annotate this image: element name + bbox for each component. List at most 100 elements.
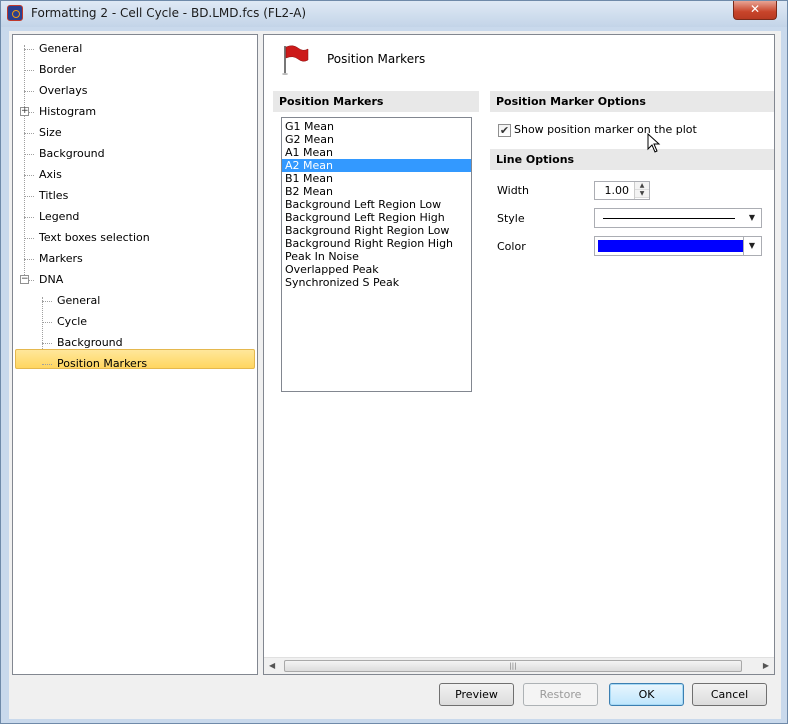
collapse-icon[interactable]: − <box>20 275 29 284</box>
tree-item-size[interactable]: Size <box>35 123 66 143</box>
list-item[interactable]: Peak In Noise <box>282 250 471 263</box>
tree-connector <box>24 175 34 176</box>
title-bar[interactable]: Formatting 2 - Cell Cycle - BD.LMD.fcs (… <box>1 1 787 27</box>
tree-item-markers[interactable]: Markers <box>35 249 87 269</box>
restore-button[interactable]: Restore <box>523 683 598 706</box>
list-item[interactable]: G2 Mean <box>282 133 471 146</box>
tree-item-general[interactable]: General <box>53 291 104 311</box>
color-swatch <box>598 240 744 252</box>
line-style-preview <box>603 218 735 219</box>
position-markers-list[interactable]: G1 Mean G2 Mean A1 Mean A2 Mean B1 Mean B2 Me… <box>281 117 472 392</box>
list-item[interactable]: A2 Mean <box>282 159 471 172</box>
tree-connector <box>24 154 34 155</box>
tree-item-position-markers[interactable]: Position Markers <box>53 354 151 374</box>
style-label: Style <box>497 212 525 225</box>
color-label: Color <box>497 240 526 253</box>
window-title: Formatting 2 - Cell Cycle - BD.LMD.fcs (… <box>31 6 307 20</box>
red-flag-icon <box>282 45 309 75</box>
tree-item-label: Markers <box>39 252 83 265</box>
tree-item-label: Size <box>39 126 62 139</box>
preview-button[interactable]: Preview <box>439 683 514 706</box>
tree-item-legend[interactable]: Legend <box>35 207 83 227</box>
tree-item-label: Background <box>57 336 123 349</box>
close-button[interactable]: ✕ <box>733 1 777 20</box>
list-item[interactable]: Background Left Region High <box>282 211 471 224</box>
tree-item-border[interactable]: Border <box>35 60 80 80</box>
scroll-left-icon[interactable]: ◀ <box>269 661 275 670</box>
color-dropdown[interactable]: ▼ <box>594 236 762 256</box>
tree-item-label: Titles <box>39 189 69 202</box>
tree-connector <box>24 259 34 260</box>
list-item[interactable]: Background Right Region High <box>282 237 471 250</box>
list-item[interactable]: A1 Mean <box>282 146 471 159</box>
marker-options-header: Position Marker Options <box>490 91 774 112</box>
cancel-button[interactable]: Cancel <box>692 683 767 706</box>
list-item[interactable]: Overlapped Peak <box>282 263 471 276</box>
line-options-header: Line Options <box>490 149 774 170</box>
tree-connector <box>24 49 34 50</box>
scroll-right-icon[interactable]: ▶ <box>763 661 769 670</box>
tree-item-label: General <box>57 294 101 307</box>
tree-item-label: Position Markers <box>57 357 148 370</box>
list-item[interactable]: Synchronized S Peak <box>282 276 471 289</box>
chevron-down-icon[interactable]: ▼ <box>745 211 759 225</box>
tree-item-cycle[interactable]: Cycle <box>53 312 91 332</box>
markers-section-header: Position Markers <box>273 91 479 112</box>
list-item[interactable]: G1 Mean <box>282 120 471 133</box>
category-tree: General Border Overlays Histogram + Size Backg… <box>12 34 258 675</box>
tree-item-label: Border <box>39 63 76 76</box>
tree-item-label: Histogram <box>39 105 97 118</box>
tree-item-histogram[interactable]: Histogram <box>35 102 100 122</box>
horizontal-scrollbar[interactable]: ◀ ||| ▶ <box>264 657 774 674</box>
spin-up-icon[interactable]: ▲ <box>635 182 649 190</box>
tree-connector <box>42 322 52 323</box>
width-stepper[interactable]: 1.00 ▲ ▼ <box>594 181 650 200</box>
tree-connector <box>42 301 52 302</box>
panel-title: Position Markers <box>327 52 426 66</box>
list-item[interactable]: Background Right Region Low <box>282 224 471 237</box>
tree-connector <box>24 91 34 92</box>
tree-item-titles[interactable]: Titles <box>35 186 72 206</box>
tree-item-label: DNA <box>39 273 64 286</box>
dropdown-divider <box>743 237 744 255</box>
tree-connector <box>24 196 34 197</box>
tree-item-general[interactable]: General <box>35 39 86 59</box>
tree-item-label: Legend <box>39 210 80 223</box>
tree-connector <box>42 364 52 365</box>
tree-connector <box>42 343 52 344</box>
list-item[interactable]: B2 Mean <box>282 185 471 198</box>
tree-item-label: Background <box>39 147 105 160</box>
dialog-client: General Border Overlays Histogram + Size Backg… <box>9 31 781 719</box>
tree-connector <box>24 133 34 134</box>
tree-item-text-boxes-selection[interactable]: Text boxes selection <box>35 228 154 248</box>
tree-item-label: Overlays <box>39 84 88 97</box>
position-markers-panel: Position Markers Position Markers G1 Mea… <box>263 34 775 675</box>
width-value[interactable]: 1.00 <box>605 184 630 197</box>
tree-item-label: Cycle <box>57 315 88 328</box>
show-marker-label[interactable]: Show position marker on the plot <box>514 123 697 136</box>
tree-connector <box>24 238 34 239</box>
width-spin-buttons: ▲ ▼ <box>634 182 649 199</box>
tree-item-overlays[interactable]: Overlays <box>35 81 92 101</box>
ok-button[interactable]: OK <box>609 683 684 706</box>
tree-connector <box>24 45 25 281</box>
tree-item-background[interactable]: Background <box>35 144 109 164</box>
spin-down-icon[interactable]: ▼ <box>635 190 649 198</box>
formatting-dialog: Formatting 2 - Cell Cycle - BD.LMD.fcs (… <box>0 0 788 724</box>
mouse-cursor-icon <box>647 133 661 153</box>
list-item[interactable]: Background Left Region Low <box>282 198 471 211</box>
scrollbar-thumb[interactable]: ||| <box>284 660 742 672</box>
chevron-down-icon[interactable]: ▼ <box>745 239 759 253</box>
style-dropdown[interactable]: ▼ <box>594 208 762 228</box>
tree-item-dna[interactable]: DNA <box>35 270 67 290</box>
expand-icon[interactable]: + <box>20 107 29 116</box>
show-marker-checkbox[interactable]: ✔ <box>498 124 511 137</box>
tree-connector <box>24 70 34 71</box>
width-label: Width <box>497 184 529 197</box>
list-item[interactable]: B1 Mean <box>282 172 471 185</box>
tree-item-axis[interactable]: Axis <box>35 165 66 185</box>
tree-item-background[interactable]: Background <box>53 333 127 353</box>
tree-item-label: Axis <box>39 168 62 181</box>
tree-item-label: General <box>39 42 83 55</box>
tree-connector <box>24 217 34 218</box>
